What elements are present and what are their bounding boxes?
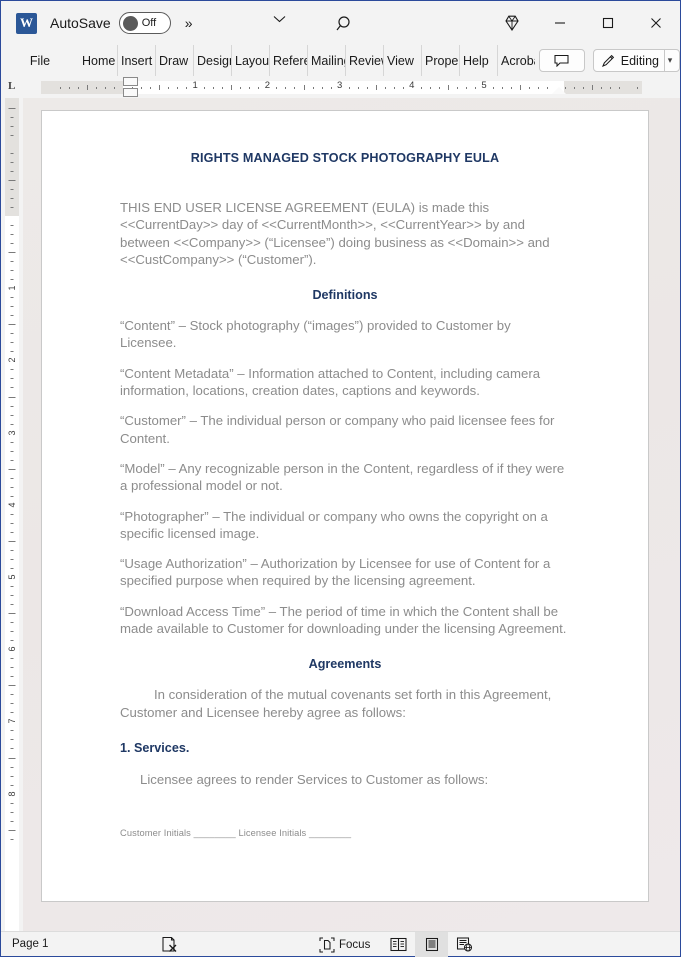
close-icon[interactable] — [632, 1, 680, 45]
word-app-icon: W — [16, 12, 37, 34]
view-mode-buttons — [382, 932, 481, 957]
ribbon-right-controls: Editing ▾ — [538, 45, 680, 76]
autosave-toggle-knob — [122, 15, 138, 31]
autosave-state-label: Off — [141, 17, 157, 29]
document-canvas[interactable]: RIGHTS MANAGED STOCK PHOTOGRAPHY EULA TH… — [23, 98, 680, 931]
tab-stop-selector[interactable]: L — [8, 80, 15, 92]
initials-footer-line: Customer Initials ________ Licensee Init… — [120, 828, 352, 839]
tab-layout[interactable]: Layout — [231, 45, 269, 76]
intro-paragraph: THIS END USER LICENSE AGREEMENT (EULA) i… — [120, 200, 550, 267]
comments-button[interactable] — [538, 49, 585, 72]
tab-acrobat[interactable]: Acrobat — [497, 45, 535, 76]
definition-paragraph: “Content Metadata” – Information attache… — [120, 365, 541, 399]
autosave-toggle[interactable]: Off — [118, 12, 171, 34]
definition-paragraph: “Photographer” – The individual or compa… — [120, 508, 548, 541]
definitions-heading: Definitions — [312, 288, 378, 303]
tab-references[interactable]: References — [269, 45, 307, 76]
proofing-errors-icon[interactable] — [161, 936, 179, 953]
definition-paragraph: “Usage Authorization” – Authorization by… — [120, 556, 551, 589]
editing-mode-button[interactable]: Editing ▾ — [592, 49, 680, 72]
autosave-label: AutoSave — [50, 15, 111, 31]
definition-paragraph: “Model” – Any recognizable person in the… — [120, 460, 565, 494]
minimize-icon[interactable] — [536, 1, 584, 45]
focus-label: Focus — [339, 938, 371, 951]
search-icon[interactable] — [334, 13, 356, 35]
definition-paragraph: “Content” – Stock photography (“images”)… — [120, 318, 511, 351]
title-bar: W AutoSave Off » — [1, 1, 680, 45]
right-indent-marker[interactable] — [552, 87, 566, 94]
tab-view[interactable]: View — [383, 45, 421, 76]
tab-home[interactable]: Home — [79, 45, 117, 76]
tab-mailings[interactable]: Mailings — [307, 45, 345, 76]
services-heading: 1. Services. — [120, 740, 190, 755]
maximize-icon[interactable] — [584, 1, 632, 45]
print-layout-icon[interactable] — [415, 932, 448, 957]
document-page[interactable]: RIGHTS MANAGED STOCK PHOTOGRAPHY EULA TH… — [41, 110, 649, 902]
read-mode-icon[interactable] — [382, 932, 415, 957]
tab-insert[interactable]: Insert — [117, 45, 155, 76]
window-controls — [488, 1, 680, 45]
definition-paragraph: “Customer” – The individual person or co… — [120, 413, 555, 446]
left-indent-marker[interactable] — [123, 88, 138, 97]
document-title: RIGHTS MANAGED STOCK PHOTOGRAPHY EULA — [190, 151, 500, 165]
horizontal-ruler[interactable]: L 12345 — [1, 76, 680, 98]
ribbon-tab-bar: File Home Insert Draw Design Layout Refe… — [1, 45, 680, 76]
quick-access-overflow-button[interactable]: » — [185, 15, 193, 31]
document-content[interactable]: RIGHTS MANAGED STOCK PHOTOGRAPHY EULA TH… — [42, 111, 648, 838]
web-layout-icon[interactable] — [448, 932, 481, 957]
tab-properties[interactable]: Properties — [421, 45, 459, 76]
agreements-intro-paragraph: In consideration of the mutual covenants… — [120, 687, 552, 720]
tab-review[interactable]: Review — [345, 45, 383, 76]
focus-icon — [319, 936, 335, 953]
services-body-paragraph: Licensee agrees to render Services to Cu… — [140, 771, 489, 787]
vertical-ruler[interactable]: 12345678 — [1, 98, 23, 931]
comment-icon — [554, 54, 569, 67]
tab-help[interactable]: Help — [459, 45, 497, 76]
ribbon-display-chevron-icon[interactable] — [273, 15, 286, 23]
editing-mode-label: Editing — [620, 53, 659, 68]
definition-paragraph: “Download Access Time” – The period of t… — [120, 603, 567, 637]
tab-file[interactable]: File — [19, 45, 61, 76]
diamond-icon[interactable] — [488, 1, 536, 45]
tab-design[interactable]: Design — [193, 45, 231, 76]
pencil-icon — [601, 53, 616, 68]
word-window: W AutoSave Off » File Home Insert Draw D… — [0, 0, 681, 957]
tab-draw[interactable]: Draw — [155, 45, 193, 76]
first-line-indent-marker[interactable] — [123, 77, 138, 86]
editing-chevron-down-icon[interactable]: ▾ — [664, 49, 675, 72]
focus-mode-button[interactable]: Focus — [319, 932, 370, 957]
status-bar: Page 1 Focus — [1, 931, 680, 957]
agreements-heading: Agreements — [308, 657, 382, 672]
page-number-indicator[interactable]: Page 1 — [12, 938, 48, 950]
document-area: 12345678 RIGHTS MANAGED STOCK PHOTOGRAPH… — [1, 98, 680, 931]
